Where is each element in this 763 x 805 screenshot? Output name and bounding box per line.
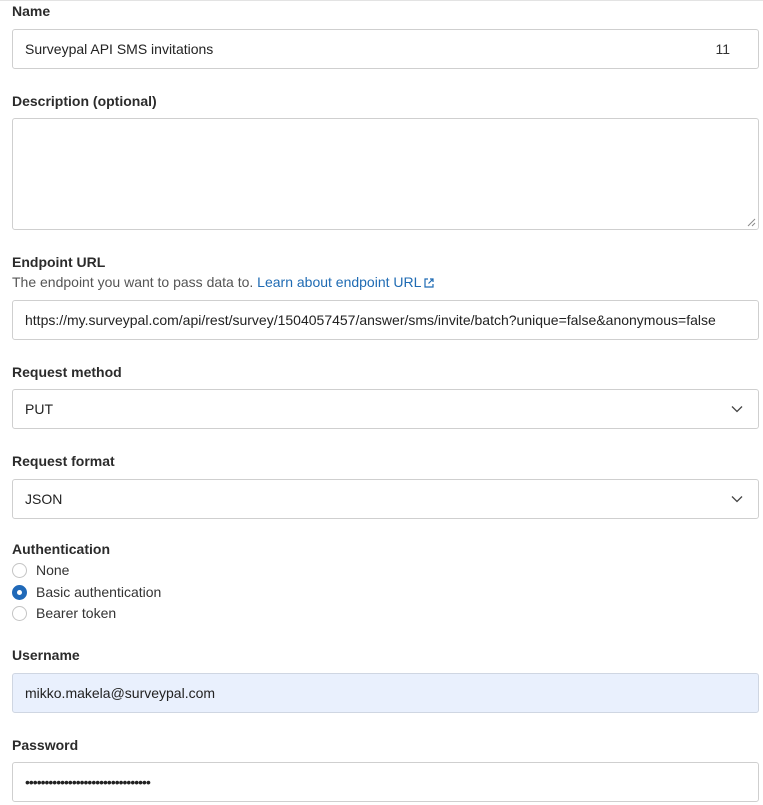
auth-option-label: Bearer token [36, 605, 117, 621]
endpoint-help-link[interactable]: Learn about endpoint URL [257, 274, 435, 290]
endpoint-label: Endpoint URL [12, 254, 106, 270]
password-input[interactable]: •••••••••••••••••••••••••••••••• [12, 762, 759, 802]
endpoint-help-text: The endpoint you want to pass data to. [12, 274, 254, 290]
endpoint-help: The endpoint you want to pass data to. L… [12, 274, 435, 290]
name-character-counter: 11 [715, 41, 730, 57]
radio-unchecked-icon[interactable] [12, 605, 27, 621]
request-method-select[interactable]: PUT [12, 389, 759, 429]
description-label: Description (optional) [12, 93, 157, 109]
username-value: mikko.makela@surveypal.com [25, 685, 216, 701]
chevron-down-icon [731, 496, 743, 503]
endpoint-url-input[interactable]: https://my.surveypal.com/api/rest/survey… [12, 300, 759, 340]
auth-option-label: Basic authentication [36, 584, 162, 600]
auth-option-none[interactable]: None [12, 562, 69, 578]
endpoint-url-value: https://my.surveypal.com/api/rest/survey… [25, 312, 716, 328]
radio-unchecked-icon[interactable] [12, 562, 27, 578]
chevron-down-icon [731, 406, 743, 413]
request-format-select[interactable]: JSON [12, 479, 759, 519]
description-textarea[interactable] [12, 118, 759, 230]
radio-checked-icon[interactable] [12, 584, 27, 600]
request-method-value: PUT [25, 401, 53, 417]
name-label: Name [12, 3, 51, 19]
username-label: Username [12, 647, 80, 663]
authentication-label: Authentication [12, 541, 110, 557]
request-format-value: JSON [25, 491, 63, 507]
request-format-label: Request format [12, 453, 115, 469]
auth-option-label: None [36, 562, 70, 578]
password-masked-value: •••••••••••••••••••••••••••••••• [25, 774, 151, 790]
username-input[interactable]: mikko.makela@surveypal.com [12, 673, 759, 713]
external-link-icon [424, 278, 435, 288]
auth-option-basic[interactable]: Basic authentication [12, 584, 161, 600]
name-value: Surveypal API SMS invitations [25, 41, 214, 57]
resize-grip-icon[interactable] [747, 218, 756, 227]
name-input[interactable]: Surveypal API SMS invitations 11 [12, 29, 759, 69]
password-label: Password [12, 737, 79, 753]
auth-option-bearer[interactable]: Bearer token [12, 605, 116, 621]
request-method-label: Request method [12, 364, 122, 380]
